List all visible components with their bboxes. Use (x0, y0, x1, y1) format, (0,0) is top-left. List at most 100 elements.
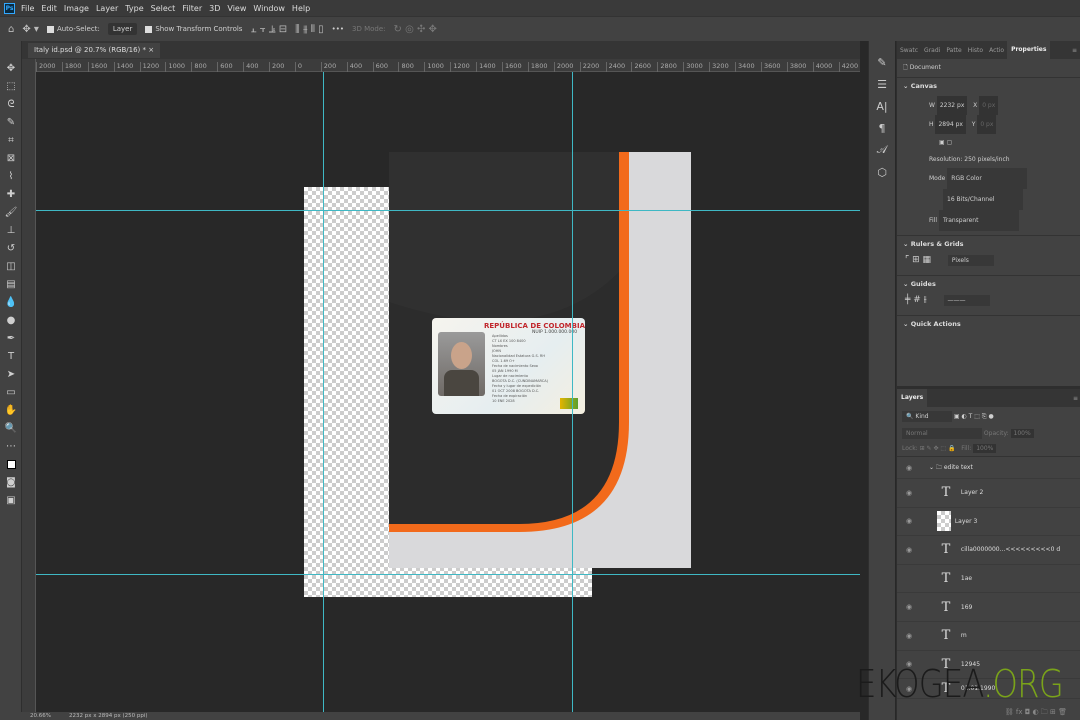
pen-tool-icon[interactable]: ✒ (0, 329, 22, 347)
mode-dropdown[interactable]: RGB Color (947, 168, 1028, 189)
tab-history[interactable]: Histo (965, 47, 986, 54)
pixel-grid-icon[interactable]: ▦ (923, 255, 932, 265)
frame-tool-icon[interactable]: ⊠ (0, 149, 22, 167)
type-tool-icon[interactable]: T (0, 347, 22, 365)
rectangle-tool-icon[interactable]: ▭ (0, 383, 22, 401)
layer-row[interactable]: ◉ T m (897, 622, 1080, 651)
guide-vertical[interactable] (572, 72, 573, 712)
menu-3d[interactable]: 3D (209, 4, 220, 13)
auto-select-checkbox[interactable]: Auto-Select: (46, 25, 100, 33)
eye-icon[interactable]: ◉ (897, 489, 921, 497)
eye-icon[interactable]: ◉ (897, 603, 921, 611)
filter-icons[interactable]: ▣ ◐ T ⬚ ⎘ ● (954, 413, 994, 420)
units-dropdown[interactable]: Pixels (947, 255, 994, 266)
zoom-level[interactable]: 20.66% (30, 713, 51, 719)
menu-window[interactable]: Window (253, 4, 285, 13)
blur-tool-icon[interactable]: 💧 (0, 293, 22, 311)
menu-help[interactable]: Help (292, 4, 310, 13)
tab-patterns[interactable]: Patte (943, 47, 964, 54)
eye-icon[interactable]: ◉ (897, 464, 921, 472)
menu-view[interactable]: View (227, 4, 246, 13)
fill-dropdown[interactable]: Transparent (938, 210, 1019, 231)
tab-layers[interactable]: Layers (897, 389, 928, 407)
quick-select-tool-icon[interactable]: ✎ (0, 113, 22, 131)
tab-properties[interactable]: Properties (1007, 41, 1051, 59)
height-field[interactable]: 2894 px (935, 115, 966, 134)
show-transform-checkbox[interactable]: Show Transform Controls (145, 25, 242, 33)
panel-menu-icon[interactable]: ≡ (1069, 47, 1080, 54)
more-tools-icon[interactable]: ⋯ (0, 437, 22, 455)
opacity-field[interactable]: 100% (1010, 429, 1034, 438)
menu-edit[interactable]: Edit (41, 4, 57, 13)
menu-filter[interactable]: Filter (182, 4, 202, 13)
home-icon[interactable]: ⌂ (8, 24, 14, 35)
layers-menu-icon[interactable]: ≡ (1070, 395, 1080, 402)
quick-mask-icon[interactable]: ◙ (0, 473, 22, 491)
align-icons[interactable]: ⫠ ⫟ ⫡ ⊟ (250, 24, 287, 35)
tab-actions[interactable]: Actio (986, 47, 1007, 54)
layer-row[interactable]: ◉ T Layer 2 (897, 479, 1080, 508)
close-tab-icon[interactable]: × (148, 46, 154, 54)
crop-tool-icon[interactable]: ⌗ (0, 131, 22, 149)
fill-field[interactable]: 100% (973, 444, 997, 453)
move-tool-icon[interactable]: ✥ (0, 59, 22, 77)
brush-settings-icon[interactable]: ✎ (869, 51, 895, 73)
blend-mode-dropdown[interactable]: Normal (902, 428, 982, 439)
adjustments-icon[interactable]: ☰ (869, 73, 895, 95)
distribute-icons[interactable]: ⫼ ⫵ ⫴ ▯ (295, 24, 323, 35)
canvas-area[interactable]: REPÚBLICA DE COLOMBIA NUIP 1.000.000.000… (36, 72, 860, 712)
rulers-grids-section[interactable]: ⌄ Rulers & Grids (897, 235, 1080, 252)
menu-type[interactable]: Type (125, 4, 143, 13)
grid-icon[interactable]: ⊞ (912, 255, 920, 265)
guide-vertical[interactable] (323, 72, 324, 712)
path-select-icon[interactable]: ➤ (0, 365, 22, 383)
dodge-tool-icon[interactable]: ● (0, 311, 22, 329)
stamp-tool-icon[interactable]: ⊥ (0, 221, 22, 239)
eye-icon[interactable]: ◉ (897, 517, 921, 525)
3d-icon[interactable]: ⬡ (869, 161, 895, 183)
lock-icons[interactable]: ⊞ ✎ ✥ ⬚ 🔒 (920, 445, 956, 452)
healing-tool-icon[interactable]: ✚ (0, 185, 22, 203)
eye-hidden-icon[interactable] (897, 575, 921, 583)
ruler-icon[interactable]: ⌜ (905, 255, 909, 265)
lasso-tool-icon[interactable]: ᘓ (0, 95, 22, 113)
eraser-tool-icon[interactable]: ◫ (0, 257, 22, 275)
more-options-button[interactable]: ••• (332, 25, 344, 33)
eyedropper-tool-icon[interactable]: ⌇ (0, 167, 22, 185)
tab-gradients[interactable]: Gradi (921, 47, 943, 54)
bit-depth-dropdown[interactable]: 16 Bits/Channel (943, 189, 1023, 210)
orientation-buttons[interactable]: ▣ ▢ (929, 134, 1080, 151)
history-brush-icon[interactable]: ↺ (0, 239, 22, 257)
guide-layout-icon[interactable]: ╪ (905, 295, 910, 305)
document-info[interactable]: 2232 px x 2894 px (250 ppi) (69, 713, 148, 719)
width-field[interactable]: 2232 px (936, 96, 968, 115)
layer-row[interactable]: ◉ T cilla0000000...<<<<<<<<<0 d (897, 536, 1080, 565)
marquee-tool-icon[interactable]: ⬚ (0, 77, 22, 95)
layer-row[interactable]: ◉ T 169 (897, 593, 1080, 622)
layer-row-group[interactable]: ◉ ⌄ 🗀 edite text (897, 457, 1080, 479)
move-tool-icon[interactable]: ✥ ▾ (22, 24, 39, 35)
tab-swatches[interactable]: Swatc (897, 47, 921, 54)
brush-tool-icon[interactable]: 🖌 (0, 203, 22, 221)
gradient-tool-icon[interactable]: ▤ (0, 275, 22, 293)
menu-image[interactable]: Image (64, 4, 89, 13)
quick-actions-section[interactable]: ⌄ Quick Actions (897, 315, 1080, 332)
auto-select-target-dropdown[interactable]: Layer (107, 23, 138, 35)
layer-row[interactable]: T 1ae (897, 565, 1080, 594)
hand-tool-icon[interactable]: ✋ (0, 401, 22, 419)
screen-mode-icon[interactable]: ▣ (0, 491, 22, 509)
layers-footer-icons[interactable]: ⛓ fx ◘ ◐ 🗀 ⊞ 🗑 (897, 708, 1080, 720)
guide-horizontal[interactable] (36, 210, 860, 211)
kind-filter-dropdown[interactable]: 🔍 Kind (902, 411, 952, 422)
guides-from-shape-icon[interactable]: # (913, 295, 921, 305)
guide-style-dropdown[interactable]: ——— (943, 295, 990, 306)
zoom-tool-icon[interactable]: 🔍 (0, 419, 22, 437)
menu-layer[interactable]: Layer (96, 4, 118, 13)
x-field[interactable]: 0 px (979, 96, 999, 115)
glyphs-icon[interactable]: 𝒜 (869, 139, 895, 161)
y-field[interactable]: 0 px (977, 115, 997, 134)
clear-guides-icon[interactable]: ⫲ (924, 295, 927, 305)
eye-icon[interactable]: ◉ (897, 632, 921, 640)
eye-icon[interactable]: ◉ (897, 546, 921, 554)
guides-section[interactable]: ⌄ Guides (897, 275, 1080, 292)
